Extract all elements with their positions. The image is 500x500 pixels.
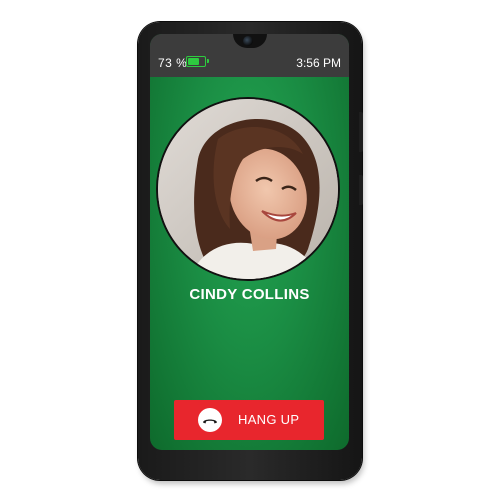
battery-percent: 73 % — [158, 56, 188, 70]
hangup-button[interactable]: HANG UP — [174, 400, 324, 440]
caller-photo — [158, 99, 338, 279]
power-button — [359, 175, 363, 205]
caller-avatar — [156, 97, 340, 281]
hangup-label: HANG UP — [238, 412, 300, 427]
caller-name: CINDY COLLINS — [189, 286, 310, 303]
stage: 73 % 3:56 PM CINDY COLLINS HANG UP — [0, 0, 500, 500]
front-camera-icon — [243, 36, 253, 46]
phone-hangup-icon — [198, 408, 222, 432]
status-time: 3:56 PM — [296, 56, 341, 70]
battery-fill — [188, 58, 199, 65]
battery-nub — [207, 59, 209, 63]
battery-icon — [186, 56, 209, 67]
volume-button — [359, 112, 363, 152]
